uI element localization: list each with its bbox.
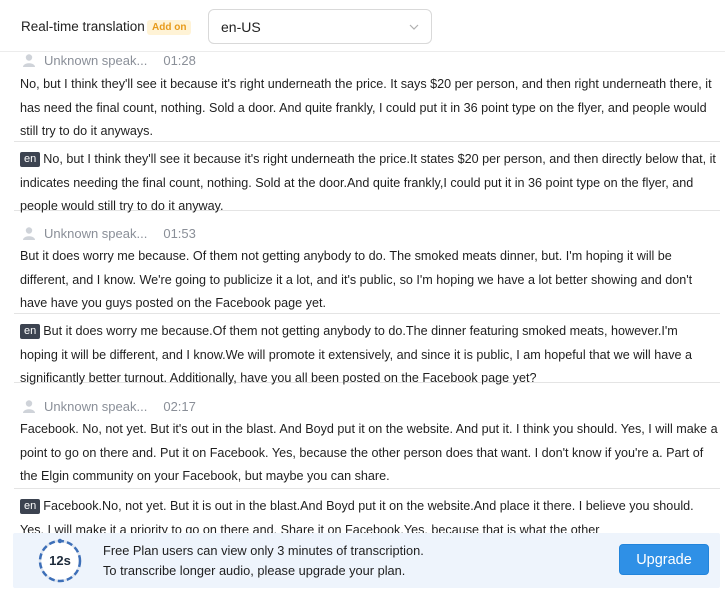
- timer-value: 12s: [49, 553, 71, 568]
- avatar-icon: [23, 400, 35, 413]
- speaker-row: Unknown speak... 01:28: [22, 53, 196, 69]
- speaker-name: Unknown speak...: [44, 53, 148, 68]
- avatar-icon: [23, 54, 35, 67]
- timer-badge: 12s: [36, 537, 84, 585]
- translation-body: No, but I think they'll see it because i…: [20, 152, 716, 213]
- speaker-name: Unknown speak...: [44, 398, 148, 414]
- timestamp[interactable]: 01:28: [163, 53, 196, 68]
- language-select[interactable]: en-US: [208, 9, 432, 44]
- speaker-name: Unknown speak...: [44, 225, 148, 241]
- timestamp[interactable]: 01:53: [163, 226, 196, 241]
- translation-box: en Facebook.No, not yet. But it is out in…: [14, 488, 720, 533]
- transcript-text: Facebook. No, not yet. But it's out in t…: [20, 422, 718, 483]
- speaker-row: Unknown speak... 02:17: [22, 397, 196, 415]
- language-tag: en: [20, 324, 41, 339]
- transcript-text: But it does worry me because. Of them no…: [20, 249, 693, 310]
- translation-body: Facebook.No, not yet. But it is out in t…: [20, 499, 694, 533]
- plan-limit-text: Free Plan users can view only 3 minutes …: [103, 543, 424, 558]
- avatar-icon: [23, 227, 35, 240]
- language-tag: en: [20, 152, 41, 167]
- upgrade-hint-text: To transcribe longer audio, please upgra…: [103, 563, 406, 578]
- addon-badge: Add on: [147, 20, 192, 35]
- header-bar: Real-time translation Add on en-US: [0, 0, 725, 52]
- upgrade-button[interactable]: Upgrade: [619, 544, 709, 575]
- language-tag: en: [20, 499, 41, 514]
- page-title: Real-time translation: [21, 19, 145, 34]
- translation-text: en No, but I think they'll see it because…: [20, 148, 718, 219]
- chevron-down-icon: [409, 24, 419, 30]
- translation-box: en But it does worry me because.Of them n…: [14, 313, 720, 385]
- translation-body: But it does worry me because.Of them not…: [20, 324, 693, 385]
- transcript-list[interactable]: Unknown speak... 01:28 No, but I think t…: [0, 53, 725, 533]
- timestamp[interactable]: 02:17: [163, 399, 196, 414]
- translation-text: en Facebook.No, not yet. But it is out in…: [20, 495, 718, 533]
- translation-text: en But it does worry me because.Of them n…: [20, 320, 718, 391]
- upgrade-banner: 12s Free Plan users can view only 3 minu…: [13, 533, 720, 588]
- speaker-row: Unknown speak... 01:53: [22, 224, 196, 242]
- language-value: en-US: [221, 19, 261, 35]
- translation-box: en No, but I think they'll see it because…: [14, 141, 720, 213]
- transcript-text: No, but I think they'll see it because i…: [20, 77, 712, 138]
